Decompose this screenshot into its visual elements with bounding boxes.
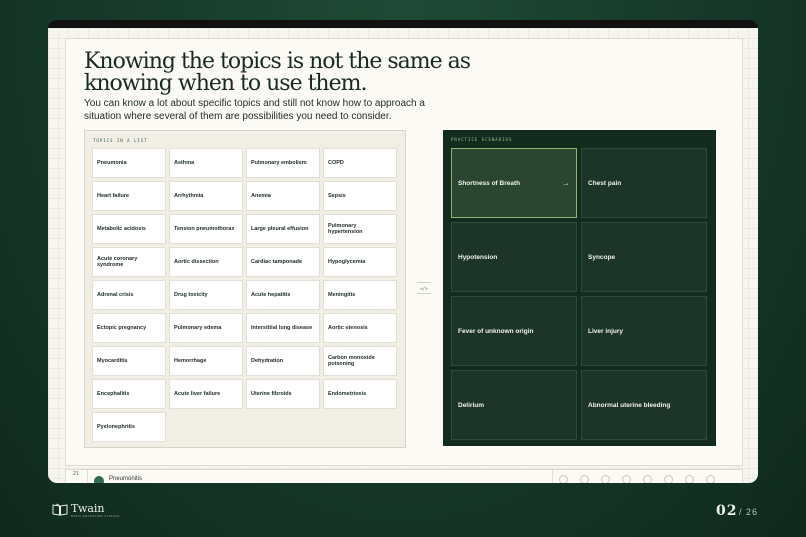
topic-card[interactable]: Metabolic acidosis — [92, 214, 166, 244]
scenario-label: Shortness of Breath — [458, 179, 521, 187]
topic-card[interactable]: Pulmonary edema — [169, 313, 243, 343]
topic-card[interactable]: Sepsis — [323, 181, 397, 211]
topic-card[interactable]: Interstitial lung disease — [246, 313, 320, 343]
device-frame: Knowing the topics is not the same as kn… — [48, 20, 758, 483]
topic-card[interactable]: Cardiac tamponade — [246, 247, 320, 277]
scenario-label: Syncope — [588, 253, 616, 261]
topics-panel-label: TOPICS IN A LIST — [93, 138, 148, 143]
toolbar-circle-button[interactable] — [580, 475, 589, 483]
topic-card[interactable]: Acute liver failure — [169, 379, 243, 409]
topic-card[interactable]: Encephalitis — [92, 379, 166, 409]
topic-card[interactable]: Aortic dissection — [169, 247, 243, 277]
toolbar-circle-button[interactable] — [685, 475, 694, 483]
toolbar-circle-button[interactable] — [706, 475, 715, 483]
topic-card[interactable]: Large pleural effusion — [246, 214, 320, 244]
brand-name: Twain — [71, 502, 105, 515]
topic-card[interactable]: Hemorrhage — [169, 346, 243, 376]
topic-card[interactable]: Pulmonary hypertension — [323, 214, 397, 244]
topic-card[interactable]: Anemia — [246, 181, 320, 211]
topic-card[interactable]: Pneumonia — [92, 148, 166, 178]
topic-card[interactable]: Pulmonary embolism — [246, 148, 320, 178]
topic-card[interactable]: Myocarditis — [92, 346, 166, 376]
topic-card[interactable]: Arrhythmia — [169, 181, 243, 211]
page-number-current: 02 — [716, 503, 738, 519]
scenario-card[interactable]: Delirium — [451, 370, 577, 440]
topic-card[interactable]: Heart failure — [92, 181, 166, 211]
scenario-card[interactable]: Hypotension — [451, 222, 577, 292]
topic-card[interactable]: Meningitis — [323, 280, 397, 310]
topic-card[interactable]: Hypoglycemia — [323, 247, 397, 277]
toolbar-circle-button[interactable] — [664, 475, 673, 483]
topic-card[interactable]: Carbon monoxide poisoning — [323, 346, 397, 376]
scenario-card[interactable]: Syncope — [581, 222, 707, 292]
headline: Knowing the topics is not the same as kn… — [84, 49, 471, 96]
bottom-toolbar: 21 Pneumonitis — [65, 469, 743, 483]
topic-card[interactable]: Aortic stenosis — [323, 313, 397, 343]
topic-card[interactable]: Acute coronary syndrome — [92, 247, 166, 277]
page-number-total: / 26 — [739, 507, 759, 517]
row-name: Pneumonitis — [109, 476, 143, 482]
brand-logo: Twain BASIC REASONING CLINICAL — [52, 503, 121, 518]
scenario-card[interactable]: Fever of unknown origin — [451, 296, 577, 366]
scenario-card[interactable]: Chest pain — [581, 148, 707, 218]
topic-card[interactable]: Pyelonephritis — [92, 412, 166, 442]
brand-tagline: BASIC REASONING CLINICAL — [71, 515, 121, 518]
scenario-label: Fever of unknown origin — [458, 327, 534, 335]
scenario-label: Liver injury — [588, 327, 624, 335]
topics-panel: TOPICS IN A LIST Pneumonia Asthma Pulmonar… — [84, 130, 406, 448]
scenario-grid: Shortness of Breath → Chest pain Hypotensio… — [451, 148, 707, 440]
practice-panel-label: PRACTICE SCENARIOS — [451, 137, 513, 142]
topic-card[interactable]: Drug toxicity — [169, 280, 243, 310]
topic-card[interactable]: Endometriosis — [323, 379, 397, 409]
subtitle: You can know a lot about specific topics… — [84, 98, 425, 122]
arrow-right-icon: → — [562, 178, 570, 188]
book-icon — [52, 503, 68, 516]
topic-card[interactable]: Acute hepatitis — [246, 280, 320, 310]
scenario-card[interactable]: Abnormal uterine bleeding — [581, 370, 707, 440]
toolbar-separator — [87, 470, 88, 483]
toolbar-circle-button[interactable] — [643, 475, 652, 483]
topic-card[interactable]: Asthma — [169, 148, 243, 178]
toolbar-circle-button[interactable] — [559, 475, 568, 483]
split-divider-handle[interactable]: </> — [417, 282, 431, 294]
topic-card[interactable]: Dehydration — [246, 346, 320, 376]
scenario-label: Abnormal uterine bleeding — [588, 401, 671, 409]
scenario-card[interactable]: Liver injury — [581, 296, 707, 366]
app-screen: Knowing the topics is not the same as kn… — [48, 28, 758, 483]
row-number: 21 — [73, 471, 79, 477]
topic-card[interactable]: Ectopic pregnancy — [92, 313, 166, 343]
scenario-label: Hypotension — [458, 253, 498, 261]
topic-card[interactable]: Uterine fibroids — [246, 379, 320, 409]
toolbar-separator — [552, 470, 553, 483]
scenario-label: Chest pain — [588, 179, 622, 187]
scenario-card[interactable]: Shortness of Breath → — [451, 148, 577, 218]
scenario-label: Delirium — [458, 401, 485, 409]
topic-card[interactable]: COPD — [323, 148, 397, 178]
toolbar-circle-button[interactable] — [601, 475, 610, 483]
toolbar-circle-button[interactable] — [622, 475, 631, 483]
topics-grid: Pneumonia Asthma Pulmonary embolism COPD Hea… — [92, 148, 397, 442]
topic-card[interactable]: Adrenal crisis — [92, 280, 166, 310]
practice-panel: PRACTICE SCENARIOS Shortness of Breath → C… — [443, 130, 716, 446]
avatar[interactable] — [94, 476, 104, 483]
slide-canvas: Knowing the topics is not the same as kn… — [65, 38, 743, 466]
topic-card[interactable]: Tension pneumothorax — [169, 214, 243, 244]
